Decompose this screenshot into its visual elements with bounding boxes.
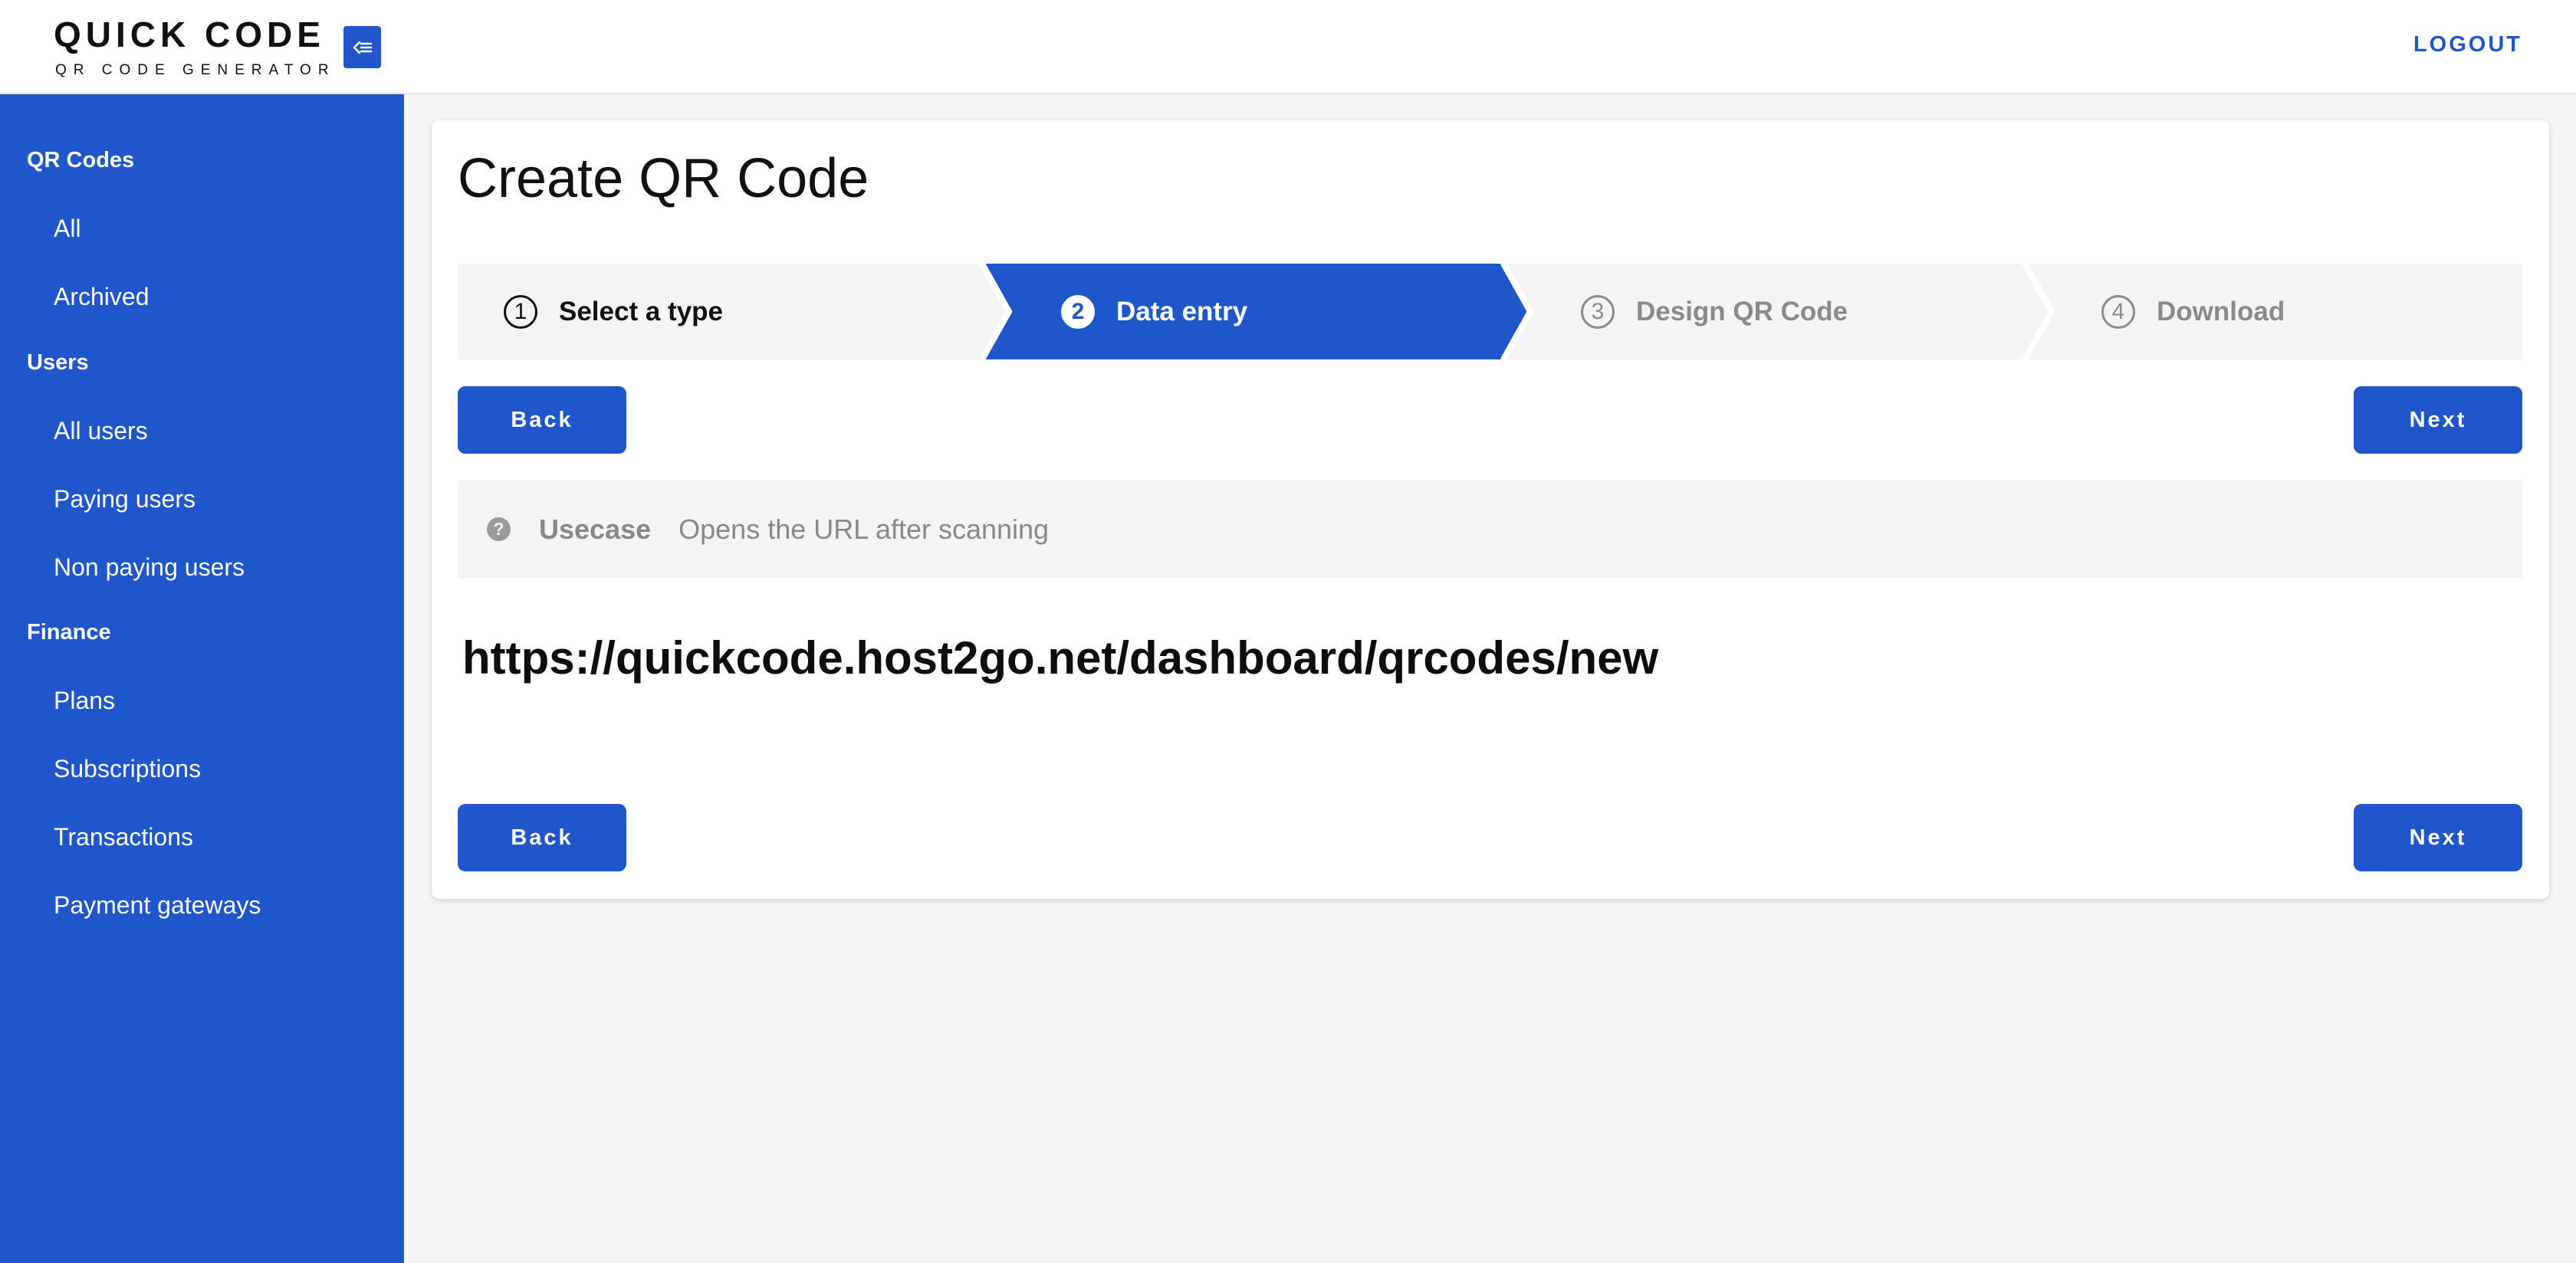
question-circle-icon: ?	[487, 517, 511, 541]
sidebar-heading-qr-codes: QR Codes	[27, 148, 135, 172]
sidebar-collapse-button[interactable]	[343, 26, 381, 68]
step-download[interactable]: 4 Download	[2101, 264, 2285, 359]
create-qr-card: Create QR Code 1 Select a type 2 Data en…	[432, 120, 2549, 899]
sidebar-item-archived[interactable]: Archived	[54, 284, 150, 309]
step-number-2: 2	[1061, 294, 1095, 329]
url-value[interactable]: https://quickcode.host2go.net/dashboard/…	[462, 635, 1658, 681]
back-button-bottom[interactable]: Back	[458, 804, 626, 871]
collapse-left-icon	[353, 41, 372, 54]
step-label: Design QR Code	[1636, 297, 1848, 326]
sidebar-item-non-paying-users[interactable]: Non paying users	[54, 555, 245, 579]
next-button-bottom[interactable]: Next	[2354, 804, 2522, 871]
sidebar-item-payment-gateways[interactable]: Payment gateways	[54, 893, 261, 917]
sidebar: QR Codes All Archived Users All users Pa…	[0, 94, 404, 1263]
step-number-1: 1	[504, 294, 537, 329]
next-button-top[interactable]: Next	[2354, 386, 2522, 454]
usecase-description: Opens the URL after scanning	[678, 513, 1050, 545]
step-label: Data entry	[1116, 297, 1248, 326]
top-header: QUICK CODE QR CODE GENERATOR LOGOUT	[0, 0, 2576, 94]
usecase-info: ? Usecase Opens the URL after scanning	[458, 481, 2522, 578]
usecase-label: Usecase	[539, 513, 652, 545]
step-data-entry[interactable]: 2 Data entry	[1061, 264, 1247, 359]
sidebar-item-plans[interactable]: Plans	[54, 688, 115, 713]
logo[interactable]: QUICK CODE QR CODE GENERATOR	[54, 15, 329, 80]
sidebar-item-paying-users[interactable]: Paying users	[54, 487, 196, 511]
sidebar-item-all[interactable]: All	[54, 216, 81, 241]
sidebar-item-transactions[interactable]: Transactions	[54, 825, 193, 849]
back-button-top[interactable]: Back	[458, 386, 626, 454]
sidebar-item-subscriptions[interactable]: Subscriptions	[54, 756, 201, 781]
step-design-qr-code[interactable]: 3 Design QR Code	[1581, 264, 1848, 359]
logo-title: QUICK CODE	[54, 15, 325, 54]
logout-link[interactable]: LOGOUT	[2413, 34, 2522, 56]
sidebar-item-all-users[interactable]: All users	[54, 418, 148, 443]
sidebar-heading-users: Users	[27, 350, 89, 375]
page-title: Create QR Code	[458, 148, 869, 209]
sidebar-heading-finance: Finance	[27, 620, 111, 645]
logo-subtitle: QR CODE GENERATOR	[55, 62, 336, 78]
step-number-4: 4	[2101, 294, 2135, 329]
stepper: 1 Select a type 2 Data entry 3 Design QR…	[458, 264, 2522, 359]
step-label: Download	[2157, 297, 2285, 326]
step-number-3: 3	[1581, 294, 1615, 329]
step-label: Select a type	[559, 297, 723, 326]
step-select-type[interactable]: 1 Select a type	[504, 264, 723, 359]
